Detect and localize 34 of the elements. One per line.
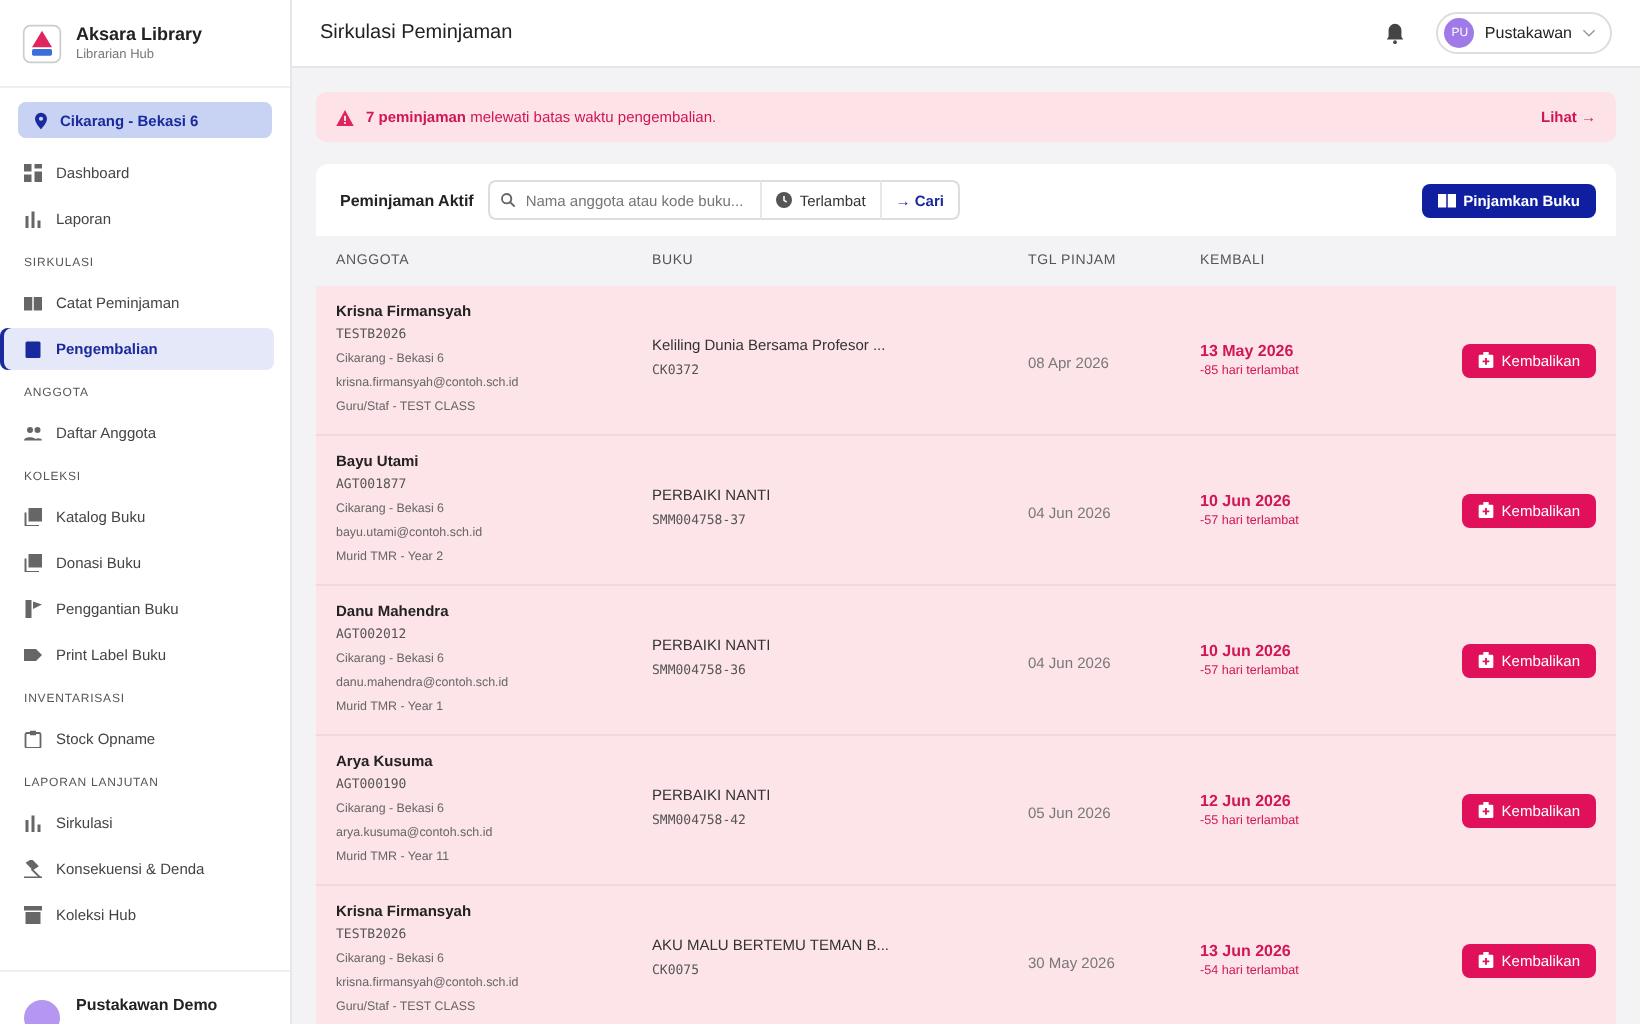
- return-box-icon: [1477, 802, 1494, 818]
- hammer-icon: [24, 860, 42, 878]
- stack-icon: [24, 554, 42, 572]
- due-date: 13 May 2026: [1200, 342, 1296, 360]
- book-icon: [1437, 192, 1456, 208]
- archive-icon: [24, 906, 42, 924]
- clock-icon: [775, 192, 792, 208]
- user-name: Pustakawan Demo: [76, 996, 218, 1014]
- bars-icon: [24, 814, 42, 832]
- bell-icon[interactable]: [1384, 22, 1407, 44]
- stack-icon: [24, 508, 42, 526]
- page-title: Sirkulasi Peminjaman: [320, 22, 513, 44]
- warning-icon: [336, 109, 354, 125]
- clip-icon: [24, 730, 42, 748]
- grid-icon: [24, 164, 42, 182]
- return-box-icon: [1477, 952, 1494, 968]
- tag-icon: [24, 646, 42, 664]
- chevron-down-icon: [1582, 28, 1596, 38]
- bars-icon: [24, 210, 42, 228]
- due-date: 10 Jun 2026: [1200, 642, 1293, 660]
- return-box-icon: [1477, 652, 1494, 668]
- flag-icon: [24, 600, 42, 618]
- due-date: 13 Jun 2026: [1200, 942, 1293, 960]
- return-box-icon: [1477, 502, 1494, 518]
- return-box-icon: [1477, 352, 1494, 368]
- due-date: 12 Jun 2026: [1200, 792, 1293, 810]
- due-date: 10 Jun 2026: [1200, 492, 1293, 510]
- app-title: Aksara Library: [76, 24, 203, 44]
- box-icon: [24, 340, 42, 358]
- book-icon: [24, 294, 42, 312]
- panel-title: Peminjaman Aktif: [340, 191, 474, 209]
- location-pin-icon: [32, 111, 50, 129]
- people-icon: [24, 424, 42, 442]
- library-logo-icon: [22, 23, 62, 63]
